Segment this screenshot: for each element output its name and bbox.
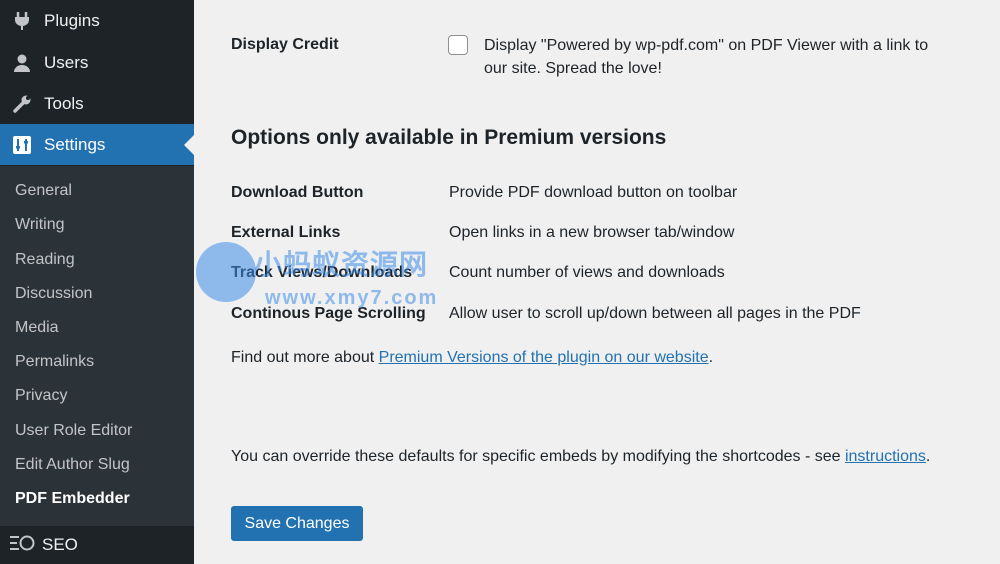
submenu-item-general[interactable]: General	[15, 180, 72, 202]
option-description: Count number of views and downloads	[449, 264, 725, 281]
menu-label: Plugins	[44, 10, 100, 30]
menu-item-plugins[interactable]: Plugins	[0, 0, 194, 41]
menu-item-seo[interactable]: SEO	[0, 526, 194, 564]
menu-item-tools[interactable]: Tools	[0, 83, 194, 124]
display-credit-label: Display Credit	[231, 36, 339, 53]
premium-versions-link[interactable]: Premium Versions of the plugin on our we…	[379, 349, 709, 366]
display-credit-checkbox[interactable]	[448, 35, 468, 55]
watermark-url: www.xmy7.com	[265, 287, 439, 309]
watermark-logo	[196, 242, 256, 302]
premium-heading: Options only available in Premium versio…	[231, 126, 667, 149]
menu-label: Settings	[44, 134, 106, 154]
user-icon	[11, 52, 33, 74]
option-description: Provide PDF download button on toolbar	[449, 184, 738, 201]
save-changes-button[interactable]: Save Changes	[231, 506, 363, 541]
settings-submenu: General Writing Reading Discussion Media…	[0, 166, 194, 526]
submenu-item-edit-author-slug[interactable]: Edit Author Slug	[15, 454, 130, 476]
find-out-more-text: Find out more about Premium Versions of …	[231, 347, 713, 369]
menu-label: Tools	[44, 93, 84, 113]
menu-label: SEO	[42, 535, 78, 554]
option-label: Download Button	[231, 184, 364, 201]
plugin-icon	[11, 10, 33, 32]
menu-item-settings[interactable]: Settings	[0, 124, 194, 165]
display-credit-description: Display "Powered by wp-pdf.com" on PDF V…	[484, 34, 964, 80]
option-description: Open links in a new browser tab/window	[449, 224, 735, 241]
menu-label: Users	[44, 52, 89, 72]
submenu-item-reading[interactable]: Reading	[15, 249, 75, 271]
wrench-icon	[11, 93, 33, 115]
option-description: Allow user to scroll up/down between all…	[449, 305, 861, 322]
submenu-item-discussion[interactable]: Discussion	[15, 283, 92, 305]
submenu-item-writing[interactable]: Writing	[15, 214, 65, 236]
display-credit-line1: Display "Powered by wp-pdf.com" on PDF V…	[484, 37, 929, 54]
find-out-prefix: Find out more about	[231, 349, 379, 366]
override-text: You can override these defaults for spec…	[231, 446, 930, 468]
display-credit-line2: our site. Spread the love!	[484, 60, 662, 77]
instructions-link[interactable]: instructions	[845, 448, 926, 465]
menu-item-users[interactable]: Users	[0, 42, 194, 83]
submenu-item-permalinks[interactable]: Permalinks	[15, 351, 94, 373]
submenu-item-user-role-editor[interactable]: User Role Editor	[15, 420, 132, 442]
settings-icon	[11, 134, 33, 156]
override-prefix: You can override these defaults for spec…	[231, 448, 845, 465]
submenu-item-privacy[interactable]: Privacy	[15, 385, 67, 407]
override-suffix: .	[925, 448, 931, 465]
admin-sidebar: Plugins Users Tools Settings General Wri…	[0, 0, 194, 564]
submenu-item-pdf-embedder[interactable]: PDF Embedder	[15, 488, 130, 510]
submenu-item-media[interactable]: Media	[15, 317, 59, 339]
option-label: External Links	[231, 224, 341, 241]
watermark-text: 小蚂蚁资源网	[254, 249, 429, 280]
find-out-suffix: .	[708, 349, 714, 366]
seo-icon	[9, 534, 35, 557]
